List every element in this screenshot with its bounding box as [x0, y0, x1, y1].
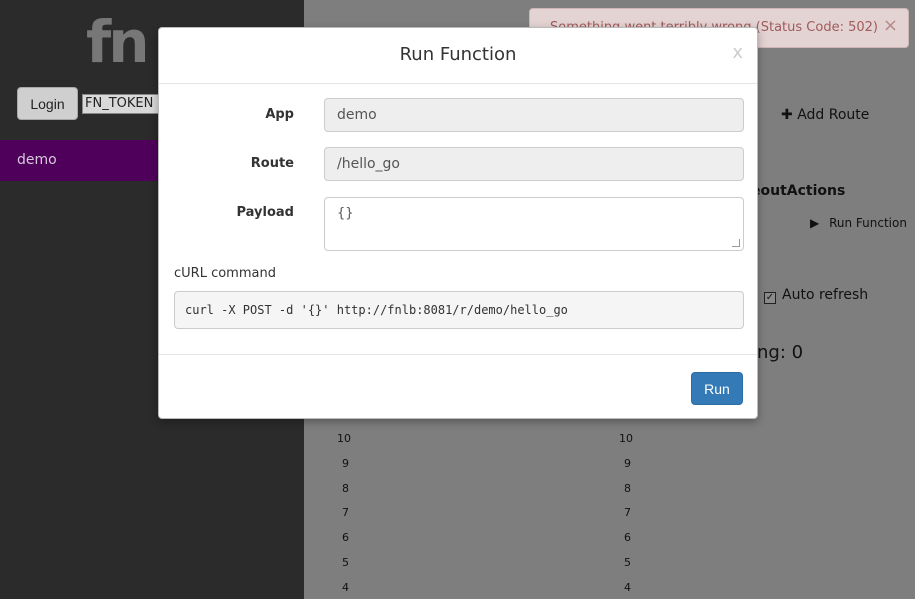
add-route-button[interactable]: ✚ Add Route [781, 107, 869, 123]
play-icon: ▶ [810, 216, 820, 230]
waiting-count: ng: 0 [757, 342, 804, 363]
auto-refresh-label: Auto refresh [782, 287, 869, 303]
app-label: App [265, 107, 294, 122]
app-field[interactable]: demo [324, 98, 744, 132]
run-button[interactable]: Run [691, 372, 743, 405]
route-label: Route [250, 156, 294, 171]
curl-command: curl -X POST -d '{}' http://fnlb:8081/r/… [174, 291, 744, 329]
axis-tick-label: 5 [342, 556, 349, 569]
auto-refresh-toggle[interactable]: ✓ Auto refresh [764, 287, 868, 304]
login-button[interactable]: Login [17, 87, 78, 120]
axis-tick-label: 8 [624, 482, 631, 495]
run-function-link[interactable]: ▶ Run Function [810, 216, 907, 230]
axis-tick-label: 6 [342, 531, 349, 544]
resize-handle-icon[interactable] [732, 239, 740, 247]
modal-header: Run Function x [159, 28, 757, 84]
fn-logo: fn [86, 8, 150, 76]
axis-tick-label: 7 [342, 506, 349, 519]
axis-tick-label: 8 [342, 482, 349, 495]
checkbox-checked-icon[interactable]: ✓ [764, 292, 776, 304]
close-icon[interactable]: × [883, 15, 898, 36]
axis-tick-label: 4 [342, 581, 349, 594]
modal-footer: Run [159, 354, 757, 418]
run-function-modal: Run Function x App demo Route /hello_go … [158, 27, 758, 419]
run-function-label: Run Function [829, 216, 907, 230]
route-field[interactable]: /hello_go [324, 147, 744, 181]
axis-tick-label: 4 [624, 581, 631, 594]
payload-value: {} [337, 206, 354, 221]
modal-title: Run Function [399, 44, 517, 65]
sidebar-item-demo[interactable]: demo [0, 140, 158, 181]
close-icon[interactable]: x [732, 42, 743, 63]
payload-label: Payload [236, 205, 295, 220]
axis-tick-label: 7 [624, 506, 631, 519]
axis-tick-label: 9 [624, 457, 631, 470]
curl-label: cURL command [174, 266, 276, 281]
plus-icon: ✚ [781, 107, 793, 123]
axis-tick-label: 6 [624, 531, 631, 544]
add-route-label: Add Route [797, 107, 870, 123]
route-name: eoutActions [751, 183, 846, 199]
payload-textarea[interactable]: {} [324, 197, 744, 251]
axis-tick-label: 10 [337, 432, 351, 445]
token-input[interactable]: FN_TOKEN [82, 94, 160, 114]
axis-tick-label: 10 [619, 432, 633, 445]
axis-tick-label: 9 [342, 457, 349, 470]
axis-tick-label: 5 [624, 556, 631, 569]
